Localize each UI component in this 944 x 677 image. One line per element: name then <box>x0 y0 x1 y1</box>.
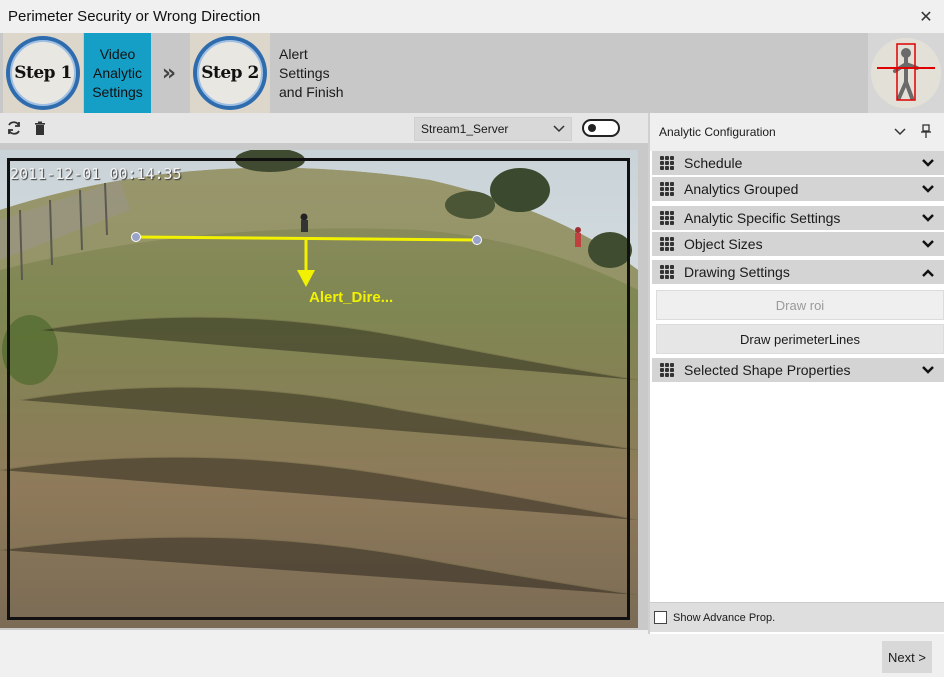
chevron-down-icon <box>922 185 934 193</box>
stream-select[interactable]: Stream1_Server <box>414 117 572 141</box>
draw-roi-button[interactable]: Draw roi <box>656 290 944 320</box>
stream-select-value: Stream1_Server <box>421 122 509 136</box>
title-bar: Perimeter Security or Wrong Direction ✕ <box>0 0 944 33</box>
video-timestamp: 2011-12-01 00:14:35 <box>10 165 182 183</box>
chevron-down-icon <box>922 214 934 222</box>
section-analytic-specific-settings[interactable]: Analytic Specific Settings <box>652 206 944 230</box>
camera-view[interactable]: 2011-12-01 00:14:35 Alert_Dire... <box>0 150 638 628</box>
perimeter-person-icon <box>871 38 941 108</box>
close-icon[interactable]: ✕ <box>916 7 936 26</box>
draw-perimeter-lines-button[interactable]: Draw perimeterLines <box>656 324 944 354</box>
toggle-knob <box>588 124 596 132</box>
grip-icon <box>660 363 674 377</box>
show-advance-label: Show Advance Prop. <box>673 611 776 624</box>
step-2-label[interactable]: Alert Settings and Finish <box>279 33 359 113</box>
grip-icon <box>660 237 674 251</box>
wizard-bar: Step 1 Video Analytic Settings » Step 2 … <box>0 33 944 113</box>
section-label: Analytics Grouped <box>684 181 799 197</box>
trash-icon[interactable] <box>32 120 48 136</box>
section-schedule[interactable]: Schedule <box>652 151 944 175</box>
section-drawing-settings[interactable]: Drawing Settings <box>652 260 944 284</box>
section-object-sizes[interactable]: Object Sizes <box>652 232 944 256</box>
refresh-icon[interactable] <box>6 120 22 136</box>
footer-bar: Next > <box>0 634 944 677</box>
video-panel: 2011-12-01 00:14:35 Alert_Dire... <box>0 143 648 630</box>
next-button[interactable]: Next > <box>882 641 932 673</box>
section-label: Object Sizes <box>684 236 763 252</box>
grip-icon <box>660 156 674 170</box>
chevron-down-icon <box>922 159 934 167</box>
chevron-right-icon: » <box>161 60 177 86</box>
section-label: Analytic Specific Settings <box>684 210 841 226</box>
video-frame-border <box>7 158 630 620</box>
grip-icon <box>660 265 674 279</box>
section-label: Drawing Settings <box>684 264 790 280</box>
chevron-down-icon <box>553 125 565 133</box>
chevron-down-icon <box>922 240 934 248</box>
chevron-down-icon[interactable] <box>891 125 909 139</box>
step-1-badge[interactable]: Step 1 <box>3 33 83 113</box>
panel-header: Analytic Configuration <box>650 113 944 151</box>
window-title: Perimeter Security or Wrong Direction <box>8 8 261 25</box>
panel-title: Analytic Configuration <box>659 125 776 139</box>
grip-icon <box>660 182 674 196</box>
show-advance-prop-row: Show Advance Prop. <box>650 602 944 632</box>
section-selected-shape-properties[interactable]: Selected Shape Properties <box>652 358 944 382</box>
chevron-down-icon <box>922 366 934 374</box>
step-2-badge[interactable]: Step 2 <box>190 33 270 113</box>
chevron-up-icon <box>922 269 934 277</box>
section-label: Schedule <box>684 155 743 171</box>
pin-icon[interactable] <box>917 123 935 141</box>
analytic-configuration-panel: Analytic Configuration Schedule Analytic… <box>648 113 944 634</box>
analytic-thumbnail <box>868 33 944 113</box>
stream-toggle[interactable] <box>582 119 620 137</box>
step-1-badge-label: Step 1 <box>14 63 72 83</box>
perimeter-line-label[interactable]: Alert_Dire... <box>309 289 393 306</box>
video-toolbar: Stream1_Server <box>0 113 648 143</box>
show-advance-checkbox[interactable] <box>654 611 667 624</box>
section-analytics-grouped[interactable]: Analytics Grouped <box>652 177 944 201</box>
step-2-badge-label: Step 2 <box>201 63 259 83</box>
step-1-label[interactable]: Video Analytic Settings <box>84 33 151 113</box>
grip-icon <box>660 211 674 225</box>
section-label: Selected Shape Properties <box>684 362 851 378</box>
